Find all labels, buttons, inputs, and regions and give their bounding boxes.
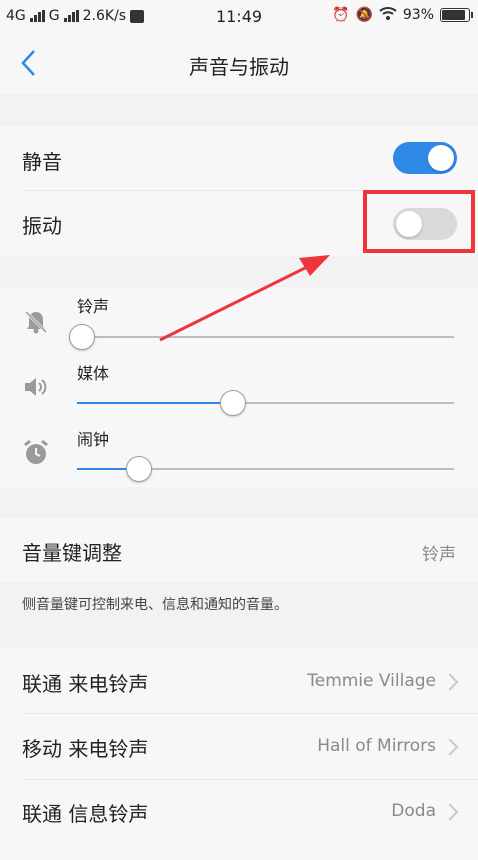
battery-icon xyxy=(440,8,473,22)
alarm-volume-row: 闹钟 xyxy=(0,419,478,485)
ringtone-row[interactable]: 移动 来电铃声 Hall of Mirrors xyxy=(0,714,478,779)
vibrate-label: 振动 xyxy=(22,214,62,238)
alarm-status-icon: ⏰ xyxy=(332,7,350,23)
ringtone-value: Hall of Mirrors xyxy=(317,736,436,756)
status-bar: 4G G 2.6K/s 11:49 ⏰ 🔕 93% xyxy=(0,0,478,34)
slider-thumb[interactable] xyxy=(126,456,152,482)
volume-key-value: 铃声 xyxy=(422,545,456,565)
mute-status-icon: 🔕 xyxy=(355,7,373,23)
chevron-right-icon xyxy=(441,673,459,691)
ringtone-label: 联通 来电铃声 xyxy=(22,672,149,696)
toggle-knob xyxy=(428,145,454,171)
battery-percent: 93% xyxy=(402,7,434,23)
ringtone-label: 移动 来电铃声 xyxy=(22,737,149,761)
wifi-icon xyxy=(379,6,397,24)
mute-row[interactable]: 静音 xyxy=(0,126,478,191)
media-volume-label: 媒体 xyxy=(77,364,110,383)
media-volume-row: 媒体 xyxy=(0,353,478,419)
ringtone-volume-slider[interactable] xyxy=(69,324,454,350)
volume-key-section[interactable]: 音量键调整 铃声 xyxy=(0,518,478,582)
slider-fill xyxy=(77,402,228,404)
chevron-right-icon xyxy=(441,738,459,756)
page-title: 声音与振动 xyxy=(189,55,289,79)
highlight-box xyxy=(363,190,475,253)
volume-key-label: 音量键调整 xyxy=(22,541,122,565)
volume-key-hint: 侧音量键可控制来电、信息和通知的音量。 xyxy=(22,597,288,613)
app-header: 声音与振动 xyxy=(0,34,478,94)
chevron-right-icon xyxy=(441,803,459,821)
alarm-volume-label: 闹钟 xyxy=(77,430,110,449)
status-right: ⏰ 🔕 93% xyxy=(332,6,473,24)
ringtone-section: 联通 来电铃声 Temmie Village 移动 来电铃声 Hall of M… xyxy=(0,648,478,860)
ringtone-label: 联通 信息铃声 xyxy=(22,802,149,826)
ringtone-value: Doda xyxy=(391,801,436,821)
slider-thumb[interactable] xyxy=(69,324,95,350)
battery-fill xyxy=(442,10,465,20)
alarm-clock-icon xyxy=(22,439,50,467)
mute-toggle[interactable] xyxy=(393,142,457,174)
speaker-icon xyxy=(22,373,50,401)
media-volume-slider[interactable] xyxy=(77,390,454,416)
ringtone-row[interactable]: 联通 信息铃声 Doda xyxy=(0,780,478,845)
slider-thumb[interactable] xyxy=(220,390,246,416)
ringtone-volume-row: 铃声 xyxy=(0,287,478,353)
ringtone-volume-label: 铃声 xyxy=(77,297,110,316)
mute-label: 静音 xyxy=(22,150,62,174)
alarm-volume-slider[interactable] xyxy=(77,456,454,482)
ringtone-value: Temmie Village xyxy=(307,671,436,691)
ringtone-row[interactable]: 联通 来电铃声 Temmie Village xyxy=(0,648,478,713)
volume-section: 铃声 媒体 闹钟 xyxy=(0,287,478,487)
bell-muted-icon xyxy=(22,308,50,336)
